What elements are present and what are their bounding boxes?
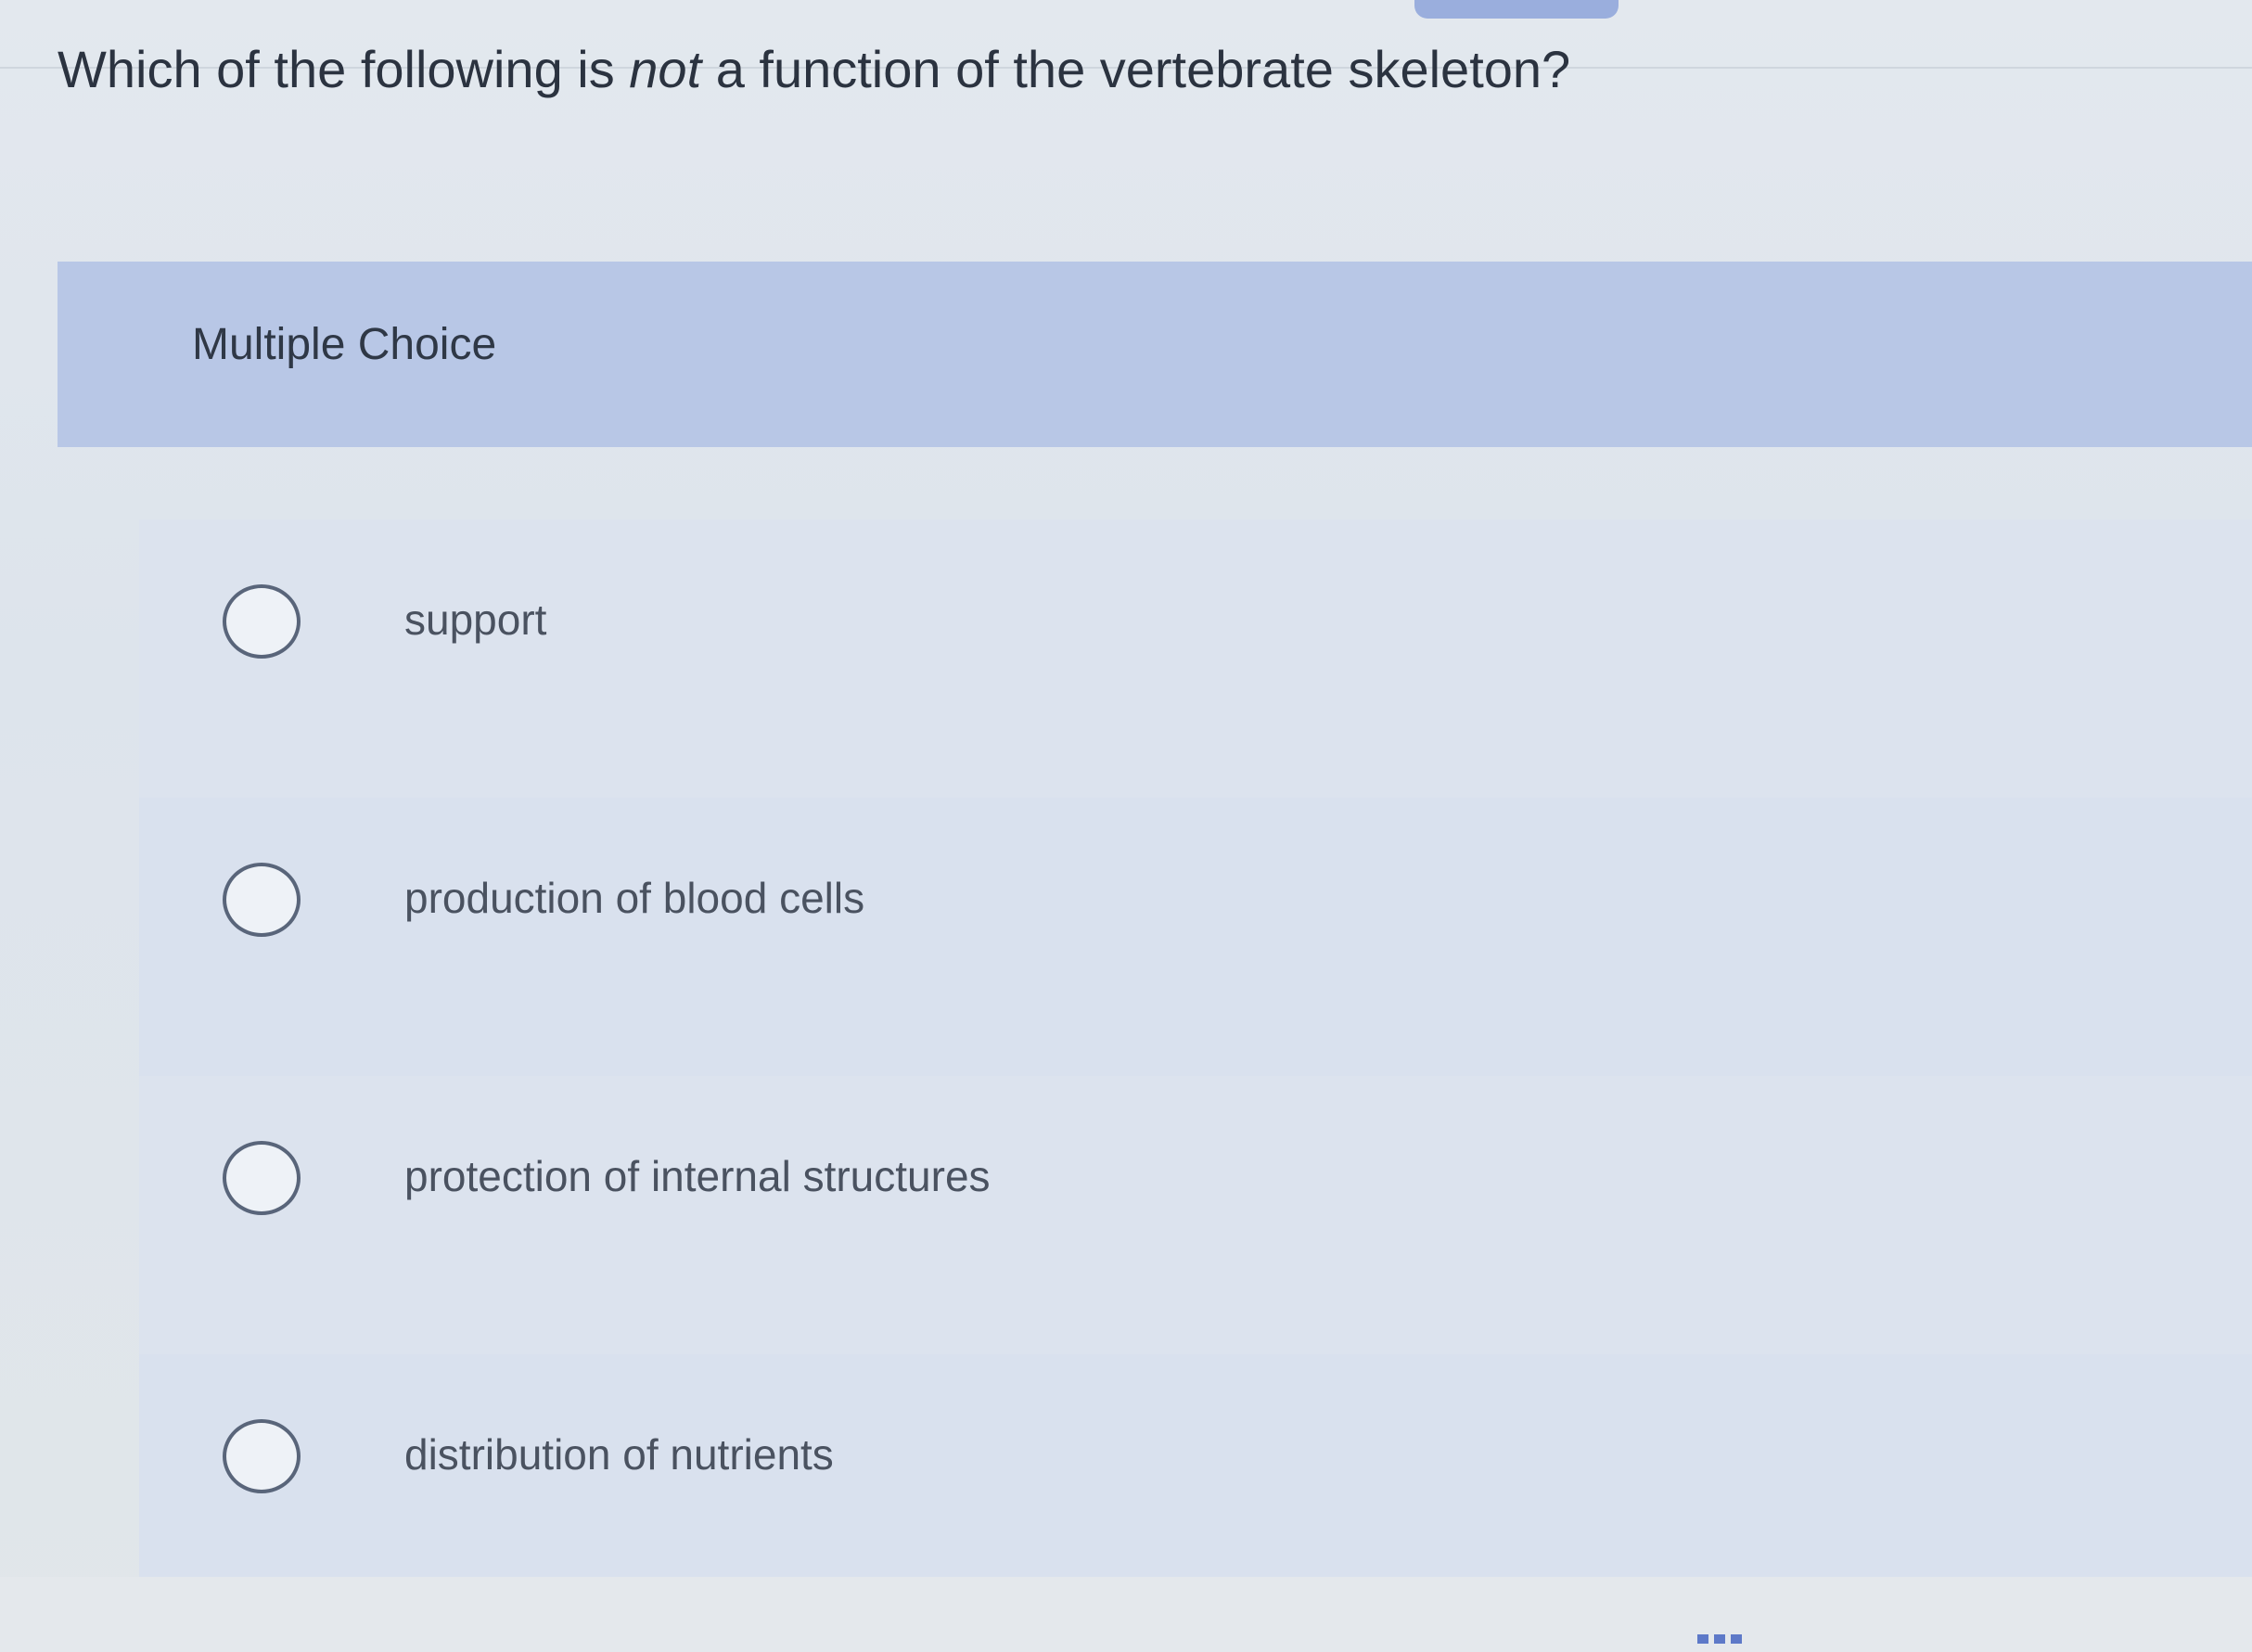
answer-option-production-of-blood-cells[interactable]: production of blood cells (139, 798, 2252, 1076)
radio-button-icon[interactable] (223, 1419, 301, 1493)
question-text: Which of the following is not a function… (58, 37, 1570, 102)
bottom-strip (0, 1577, 2252, 1652)
option-label: support (404, 595, 547, 644)
question-emphasis: not (629, 40, 702, 98)
page: Which of the following is not a function… (0, 0, 2252, 1652)
radio-button-icon[interactable] (223, 584, 301, 659)
option-label: distribution of nutrients (404, 1430, 834, 1479)
multiple-choice-header: Multiple Choice (58, 262, 2252, 447)
more-icon (1697, 1634, 1746, 1644)
answer-option-support[interactable]: support (139, 519, 2252, 798)
question-prefix: Which of the following is (58, 40, 630, 98)
answer-options: support production of blood cells protec… (139, 519, 2252, 1633)
option-label: protection of internal structures (404, 1152, 991, 1200)
top-tab[interactable] (1414, 0, 1619, 19)
section-label: Multiple Choice (192, 320, 497, 369)
answer-option-protection-of-internal-structures[interactable]: protection of internal structures (139, 1076, 2252, 1354)
option-label: production of blood cells (404, 874, 865, 922)
radio-button-icon[interactable] (223, 1141, 301, 1215)
question-suffix: a function of the vertebrate skeleton? (701, 40, 1571, 98)
radio-button-icon[interactable] (223, 863, 301, 937)
